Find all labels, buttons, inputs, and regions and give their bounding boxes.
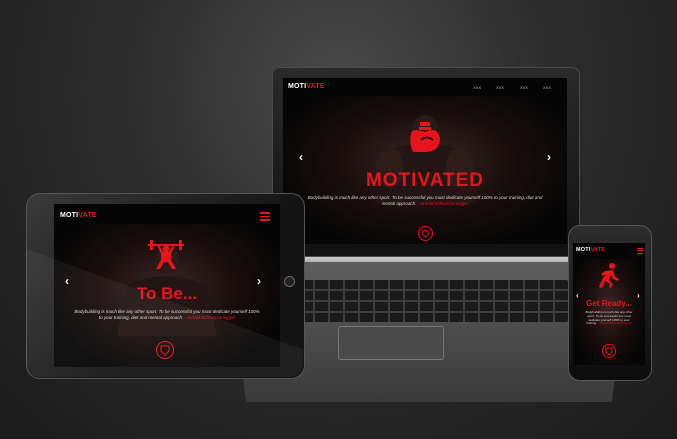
laptop-quote-author-link[interactable]: - Arnold Schwarzenegger [418, 201, 469, 206]
phone-logo[interactable]: MOTIVATE [576, 247, 605, 253]
nav-item-2[interactable]: XXX [496, 85, 504, 90]
logo-red-part: VATE [306, 83, 325, 90]
logo-white-part: MOTI [60, 212, 79, 219]
laptop-keyboard [300, 280, 568, 322]
laptop-logo[interactable]: MOTIVATE [288, 83, 325, 90]
tablet-quote: Bodybuilding is much like any other spor… [72, 309, 262, 320]
phone-quote-author-link[interactable]: - Arnold Schwarzenegger [598, 321, 632, 325]
laptop-prev-arrow[interactable]: ‹ [299, 150, 303, 164]
tablet-screen: MOTIVATE ‹ › To Be... Bodybuilding is mu… [54, 204, 280, 367]
tablet-logo[interactable]: MOTIVATE [60, 212, 97, 219]
logo-red-part: VATE [78, 212, 97, 219]
laptop-next-arrow[interactable]: › [547, 150, 551, 164]
hamburger-menu-icon[interactable] [260, 212, 270, 221]
laptop-touchpad [338, 326, 444, 360]
logo-white-part: MOTI [288, 83, 307, 90]
weightlifter-icon [148, 240, 184, 269]
tablet-quote-author-link[interactable]: - Arnold Schwarzenegger [184, 315, 235, 320]
logo-white-part: MOTI [576, 247, 591, 253]
phone-headline: Get Ready... [586, 299, 632, 308]
phone-screen: MOTIVATE ‹ › Get Ready... Bodybuilding i… [573, 243, 645, 365]
shield-emblem-icon[interactable] [156, 341, 174, 359]
tablet-home-button[interactable] [284, 276, 295, 287]
hamburger-menu-icon[interactable] [637, 248, 643, 254]
nav-item-4[interactable]: XXX [543, 85, 551, 90]
tablet-headline: To Be... [136, 284, 198, 303]
phone-quote: Bodybuilding is much like any other spor… [583, 310, 635, 326]
laptop-headline: MOTIVATED [365, 170, 485, 191]
flexed-bicep-icon [410, 122, 440, 152]
nav-item-3[interactable]: XXX [520, 85, 528, 90]
logo-red-part: VATE [590, 247, 606, 253]
runner-icon [599, 263, 619, 288]
shield-emblem-icon[interactable] [602, 344, 616, 358]
laptop-quote: Bodybuilding is much like any other spor… [306, 195, 545, 206]
nav-item-1[interactable]: XXX [473, 85, 481, 90]
shield-emblem-icon[interactable] [418, 226, 433, 241]
laptop-screen: MOTIVATE XXX XXX XXX XXX ‹ › MOTIVATED B… [283, 78, 567, 244]
